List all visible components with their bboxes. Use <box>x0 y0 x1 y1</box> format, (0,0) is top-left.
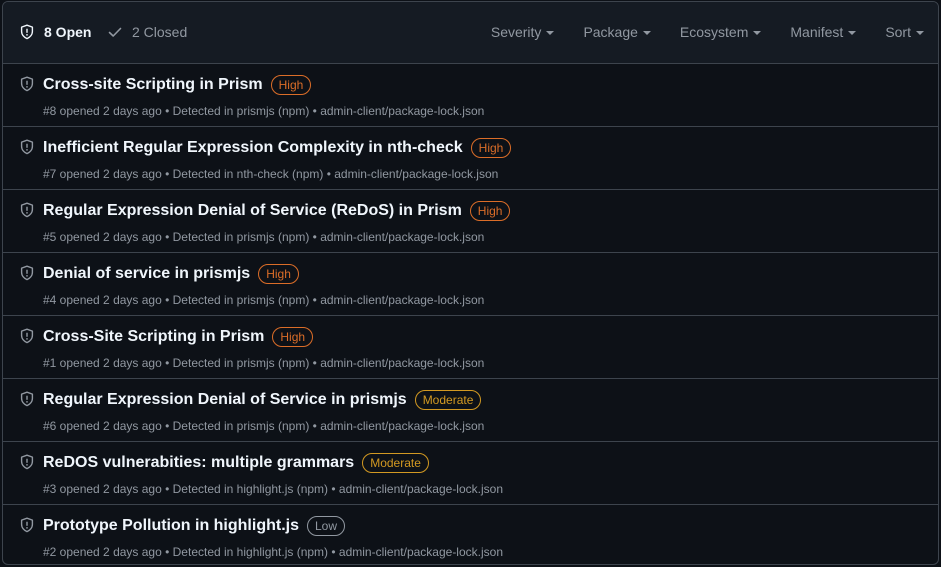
alert-meta: #2 opened 2 days ago • Detected in highl… <box>43 545 503 559</box>
shield-icon <box>20 454 34 470</box>
severity-badge: High <box>470 138 512 158</box>
alert-row[interactable]: Regular Expression Denial of Service (Re… <box>3 190 938 253</box>
severity-badge: High <box>469 201 511 221</box>
alert-meta: #6 opened 2 days ago • Detected in prism… <box>43 419 485 433</box>
alert-title-link[interactable]: Denial of service in prismjs <box>43 265 250 283</box>
severity-badge: Low <box>306 516 345 536</box>
alert-row[interactable]: Cross-Site Scripting in Prism High #1 op… <box>3 316 938 379</box>
alert-title-line: Regular Expression Denial of Service (Re… <box>43 201 511 221</box>
filter-label: Manifest <box>790 24 844 40</box>
alert-title-link[interactable]: ReDOS vulnerabities: multiple grammars <box>43 454 354 472</box>
alert-title-line: Denial of service in prismjs High <box>43 264 299 284</box>
shield-icon <box>20 391 34 407</box>
shield-icon <box>20 265 34 281</box>
shield-icon <box>20 517 34 533</box>
severity-badge: High <box>258 264 299 284</box>
alert-row[interactable]: Regular Expression Denial of Service in … <box>3 379 938 442</box>
alert-row[interactable]: Inefficient Regular Expression Complexit… <box>3 127 938 190</box>
shield-icon <box>20 328 34 344</box>
sort-dropdown[interactable]: Sort <box>885 24 924 40</box>
shield-icon <box>20 76 34 92</box>
filter-bar: Severity Package Ecosystem Manifest Sort <box>462 24 924 40</box>
caret-down-icon <box>916 30 924 35</box>
manifest-filter-dropdown[interactable]: Manifest <box>790 24 857 40</box>
alert-title-line: Cross-Site Scripting in Prism High <box>43 327 314 347</box>
alert-list: Cross-site Scripting in Prism High #8 op… <box>3 64 938 564</box>
alert-title-line: Prototype Pollution in highlight.js Low <box>43 516 345 536</box>
alert-title-link[interactable]: Cross-site Scripting in Prism <box>43 76 263 94</box>
caret-down-icon <box>753 30 762 35</box>
alerts-header: 8 Open 2 Closed Severity Package Ecosyst… <box>3 2 938 64</box>
package-filter-dropdown[interactable]: Package <box>583 24 651 40</box>
alert-meta: #5 opened 2 days ago • Detected in prism… <box>43 230 485 244</box>
filter-label: Severity <box>490 24 542 40</box>
alert-meta: #7 opened 2 days ago • Detected in nth-c… <box>43 167 499 181</box>
alert-title-link[interactable]: Regular Expression Denial of Service in … <box>43 391 407 409</box>
alert-title-link[interactable]: Inefficient Regular Expression Complexit… <box>43 139 463 157</box>
alert-title-link[interactable]: Regular Expression Denial of Service (Re… <box>43 202 462 220</box>
severity-filter-dropdown[interactable]: Severity <box>491 24 555 40</box>
closed-filter-tab[interactable]: 2 Closed <box>107 24 187 40</box>
severity-badge: Moderate <box>362 453 429 473</box>
alert-title-line: Regular Expression Denial of Service in … <box>43 390 482 410</box>
alert-title-line: Inefficient Regular Expression Complexit… <box>43 138 512 158</box>
closed-count-label: 2 Closed <box>132 24 188 40</box>
caret-down-icon <box>848 30 857 35</box>
alert-row[interactable]: Prototype Pollution in highlight.js Low … <box>3 505 938 564</box>
alert-meta: #4 opened 2 days ago • Detected in prism… <box>43 293 485 307</box>
alert-title-link[interactable]: Prototype Pollution in highlight.js <box>43 517 299 535</box>
alert-row[interactable]: ReDOS vulnerabities: multiple grammars M… <box>3 442 938 505</box>
open-filter-tab[interactable]: 8 Open <box>19 24 91 40</box>
shield-icon <box>20 139 34 155</box>
alert-title-line: ReDOS vulnerabities: multiple grammars M… <box>43 453 429 473</box>
alert-meta: #1 opened 2 days ago • Detected in prism… <box>43 356 485 370</box>
alert-title-line: Cross-site Scripting in Prism High <box>43 75 312 95</box>
alert-meta: #3 opened 2 days ago • Detected in highl… <box>43 482 503 496</box>
severity-badge: High <box>272 327 314 347</box>
open-count-label: 8 Open <box>44 24 92 40</box>
filter-label: Ecosystem <box>679 24 749 40</box>
shield-icon <box>20 24 34 40</box>
dependabot-alerts-box: 8 Open 2 Closed Severity Package Ecosyst… <box>2 1 939 565</box>
ecosystem-filter-dropdown[interactable]: Ecosystem <box>679 24 762 40</box>
filter-label: Package <box>583 24 638 40</box>
alert-meta: #8 opened 2 days ago • Detected in prism… <box>43 104 485 118</box>
filter-label: Sort <box>885 24 911 40</box>
alert-row[interactable]: Cross-site Scripting in Prism High #8 op… <box>3 64 938 127</box>
alert-title-link[interactable]: Cross-Site Scripting in Prism <box>43 328 264 346</box>
severity-badge: High <box>270 75 312 95</box>
caret-down-icon <box>546 30 555 35</box>
severity-badge: Moderate <box>414 390 482 410</box>
shield-icon <box>20 202 34 218</box>
alert-row[interactable]: Denial of service in prismjs High #4 ope… <box>3 253 938 316</box>
caret-down-icon <box>642 30 651 35</box>
check-icon <box>108 27 122 37</box>
